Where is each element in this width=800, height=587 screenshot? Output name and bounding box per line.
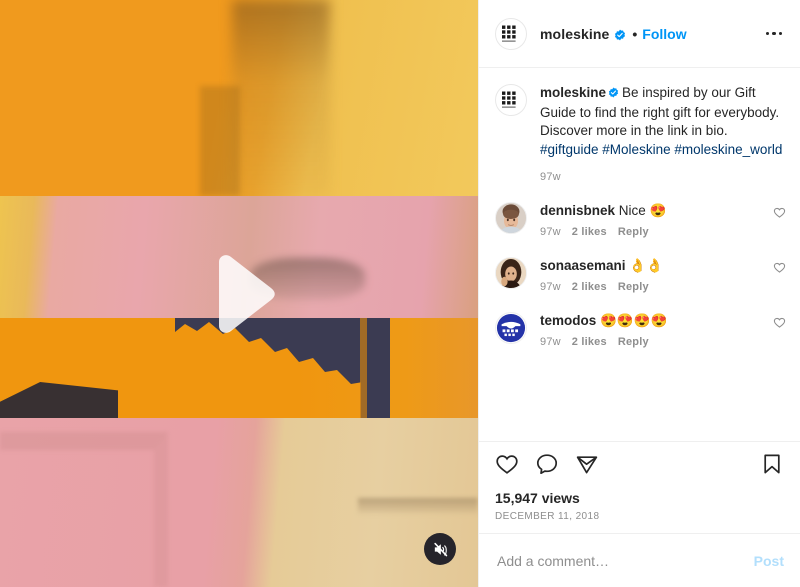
comment-item: sonaasemani 👌👌 97w 2 likes Reply: [495, 257, 786, 293]
comment-time: 97w: [540, 336, 561, 348]
post-actions: 15,947 views DECEMBER 11, 2018: [479, 441, 800, 533]
comment-reply-button[interactable]: Reply: [618, 226, 649, 238]
comment-body: sonaasemani 👌👌 97w 2 likes Reply: [540, 257, 765, 293]
verified-badge-icon: [608, 85, 619, 104]
comment-meta: 97w 2 likes Reply: [540, 281, 765, 293]
comment-meta: 97w 2 likes Reply: [540, 336, 765, 348]
post-sidebar: moleskine • Follow moleskine Be inspired…: [478, 0, 800, 587]
play-triangle-icon[interactable]: [194, 249, 284, 339]
post-video[interactable]: [0, 0, 478, 587]
comment-username[interactable]: temodos: [540, 313, 596, 328]
comment-username[interactable]: sonaasemani: [540, 258, 626, 273]
comment-line: temodos 😍😍😍😍: [540, 312, 765, 330]
media-decor-frame: [0, 432, 168, 587]
comment-reply-button[interactable]: Reply: [618, 281, 649, 293]
comment-likes[interactable]: 2 likes: [572, 226, 607, 238]
caption-avatar[interactable]: [495, 84, 527, 116]
comment-line: sonaasemani 👌👌: [540, 257, 765, 275]
action-icon-row: [495, 452, 784, 481]
follow-button[interactable]: Follow: [642, 26, 686, 42]
comment-text: Nice 😍: [618, 203, 667, 218]
heart-outline-icon[interactable]: [773, 257, 786, 279]
heart-outline-icon[interactable]: [495, 452, 519, 481]
comment-text: 😍😍😍😍: [600, 313, 668, 328]
caption-username[interactable]: moleskine: [540, 85, 606, 100]
avatar[interactable]: [495, 312, 527, 344]
post-date: DECEMBER 11, 2018: [495, 511, 600, 522]
heart-outline-icon[interactable]: [773, 312, 786, 334]
media-decor-smudge: [232, 0, 330, 196]
header-separator: •: [632, 25, 638, 42]
comment-likes[interactable]: 2 likes: [572, 336, 607, 348]
media-decor-bar: [200, 86, 240, 196]
comment-username[interactable]: dennisbnek: [540, 203, 615, 218]
moleskine-logo-avatar[interactable]: [495, 17, 527, 50]
share-paper-plane-icon[interactable]: [575, 452, 599, 481]
caption-hashtags[interactable]: #giftguide #Moleskine #moleskine_world: [540, 142, 782, 157]
comment-reply-button[interactable]: Reply: [618, 336, 649, 348]
comment-text: 👌👌: [629, 258, 663, 273]
comment-bubble-icon[interactable]: [535, 452, 559, 481]
bookmark-outline-icon[interactable]: [760, 452, 784, 481]
heart-outline-icon[interactable]: [773, 202, 786, 224]
avatar[interactable]: [495, 202, 527, 234]
caption-timestamp: 97w: [540, 171, 561, 183]
comment-time: 97w: [540, 226, 561, 238]
comment-likes[interactable]: 2 likes: [572, 281, 607, 293]
comment-meta: 97w 2 likes Reply: [540, 226, 765, 238]
media-decor-line: [360, 318, 367, 418]
caption-text-block: moleskine Be inspired by our Gift Guide t…: [540, 84, 786, 159]
more-options-icon[interactable]: [762, 24, 787, 44]
comment-time: 97w: [540, 281, 561, 293]
comment-input[interactable]: [495, 551, 744, 570]
caption-body: moleskine Be inspired by our Gift Guide t…: [540, 84, 786, 183]
post-comment-button[interactable]: Post: [744, 553, 784, 569]
instagram-post: moleskine • Follow moleskine Be inspired…: [0, 0, 800, 587]
comment-line: dennisbnek Nice 😍: [540, 202, 765, 220]
post-header: moleskine • Follow: [479, 0, 800, 68]
comments-feed: moleskine Be inspired by our Gift Guide t…: [479, 68, 800, 441]
add-comment-row: Post: [479, 533, 800, 587]
comment-body: dennisbnek Nice 😍 97w 2 likes Reply: [540, 202, 765, 238]
header-username-group: moleskine • Follow: [540, 26, 762, 42]
comment-item: temodos 😍😍😍😍 97w 2 likes Reply: [495, 312, 786, 348]
header-username[interactable]: moleskine: [540, 26, 609, 42]
media-decor-shelf: [358, 498, 478, 514]
avatar[interactable]: [495, 257, 527, 289]
verified-badge-icon: [614, 28, 626, 40]
comment-item: dennisbnek Nice 😍 97w 2 likes Reply: [495, 202, 786, 238]
caption-row: moleskine Be inspired by our Gift Guide t…: [495, 84, 786, 183]
view-count: 15,947 views: [495, 490, 580, 506]
comment-body: temodos 😍😍😍😍 97w 2 likes Reply: [540, 312, 765, 348]
speaker-muted-icon[interactable]: [424, 533, 456, 565]
